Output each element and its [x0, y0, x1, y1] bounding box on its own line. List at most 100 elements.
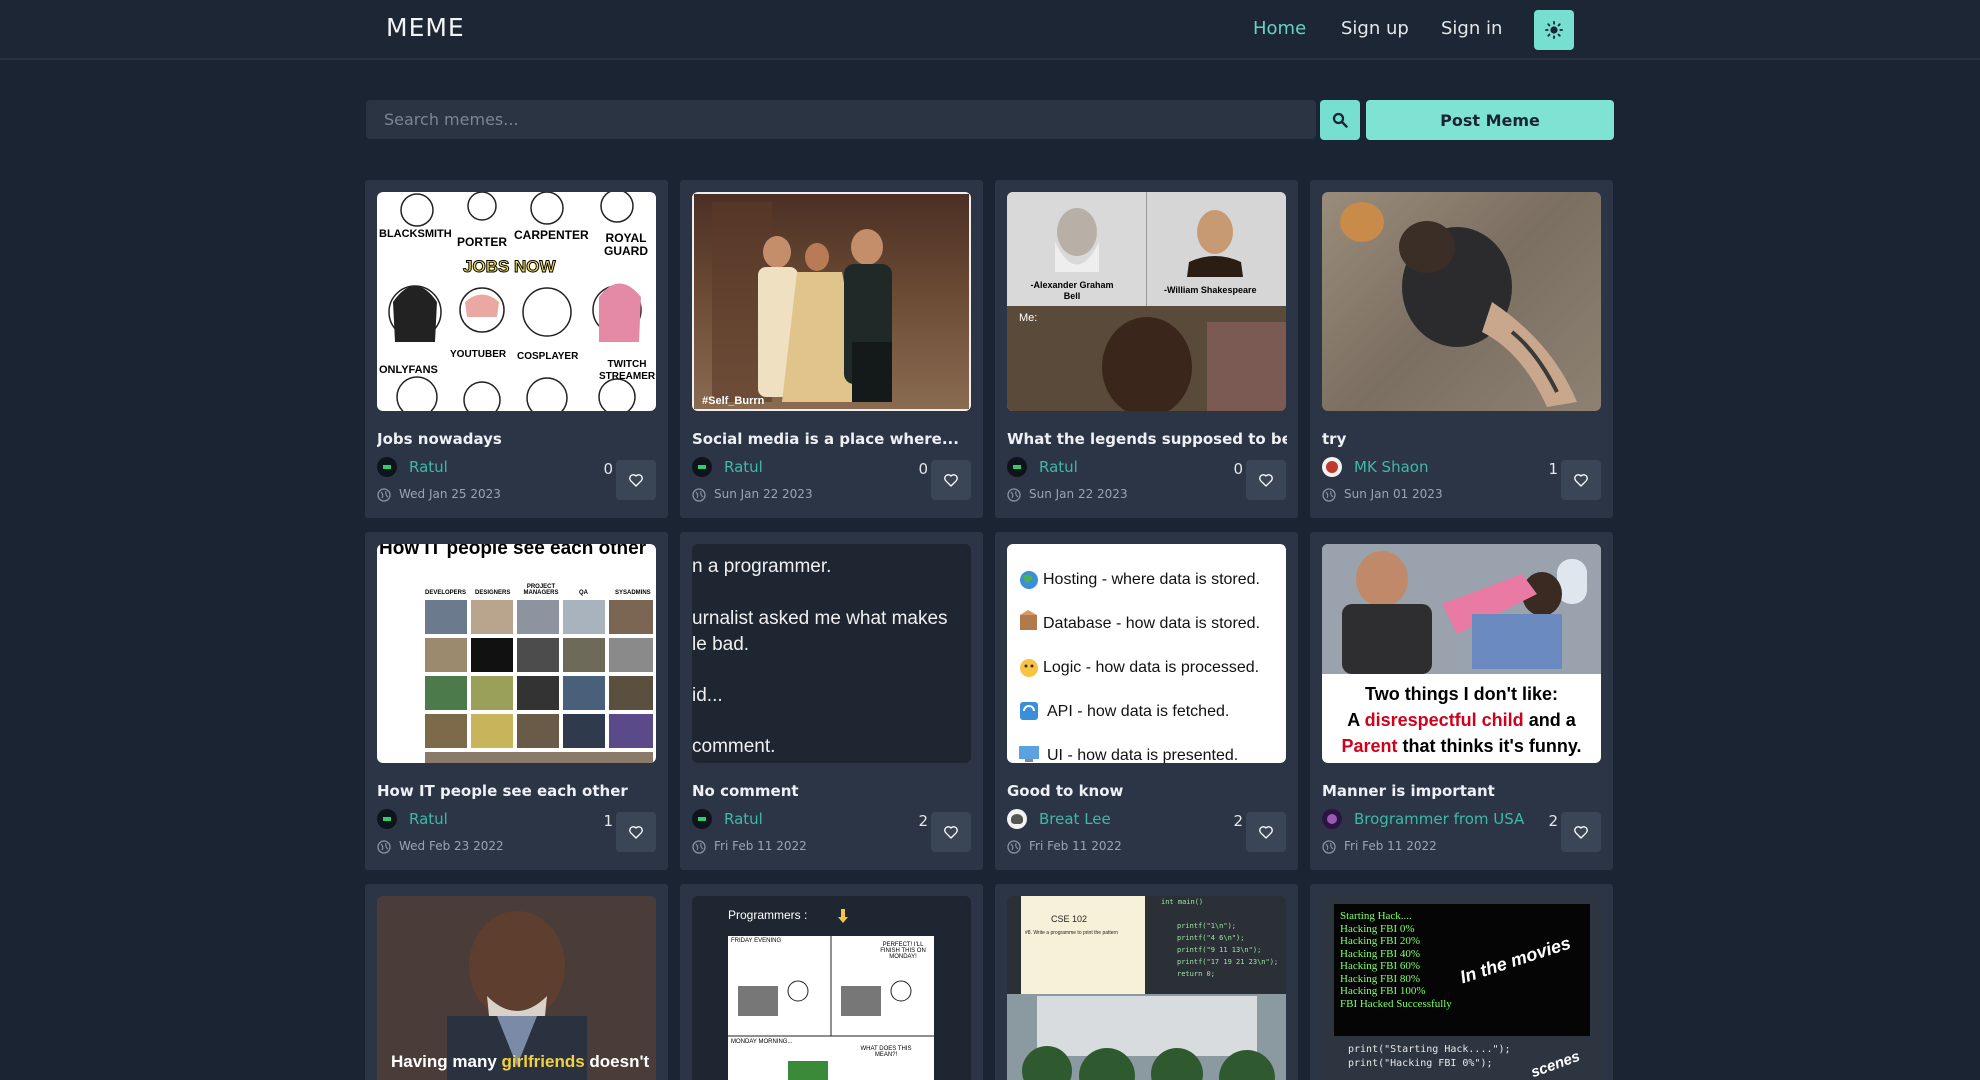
meme-card[interactable]: try MK Shaon 1 Sun Jan 01 2023: [1310, 180, 1613, 518]
like-count: 2: [1233, 812, 1243, 830]
meme-drawing: [692, 192, 971, 411]
like-button[interactable]: [1246, 460, 1286, 500]
thumb-text: API - how data is fetched.: [1047, 703, 1230, 720]
meme-drawing: [425, 600, 653, 763]
post-date: Wed Jan 25 2023: [399, 487, 501, 501]
like-button[interactable]: [1561, 812, 1601, 852]
brand-logo[interactable]: MEME: [386, 13, 465, 42]
meme-title: How IT people see each other: [377, 782, 628, 800]
thumb-text: YOUTUBER: [450, 349, 507, 360]
thumb-text: Hacking FBI 80%: [1340, 972, 1421, 985]
thumb-text: UI - how data is presented.: [1047, 747, 1239, 763]
author-name-link[interactable]: Ratul: [409, 810, 448, 828]
meme-drawing: [1340, 202, 1577, 407]
meme-image[interactable]: BLACKSMITH PORTER CARPENTER ROYAL GUARD …: [377, 192, 656, 411]
like-button[interactable]: [1246, 812, 1286, 852]
like-button[interactable]: [1561, 460, 1601, 500]
meme-image[interactable]: Starting Hack.... Hacking FBI 0% Hacking…: [1322, 896, 1601, 1080]
meme-image[interactable]: Having many girlfriends doesn't: [377, 896, 656, 1080]
thumb-text: Hosting - where data is stored.: [1043, 571, 1260, 588]
meme-title: Social media is a place where...: [692, 430, 959, 448]
meme-card[interactable]: Having many girlfriends doesn't: [365, 884, 668, 1080]
thumb-text: Hacking FBI 40%: [1340, 947, 1421, 960]
meme-image[interactable]: -Alexander Graham Bell -William Shakespe…: [1007, 192, 1286, 411]
globe-icon: [377, 840, 391, 854]
meme-card[interactable]: How IT people see each other DEVELOPERS …: [365, 532, 668, 870]
thumb-text: girlfriends: [501, 1052, 585, 1071]
author-name-link[interactable]: Ratul: [1039, 458, 1078, 476]
thumb-text: Starting Hack....: [1340, 910, 1412, 922]
like-button[interactable]: [616, 460, 656, 500]
thumb-text: A: [1347, 710, 1360, 730]
thumb-text: and a: [1528, 710, 1576, 730]
thumb-line: A disrespectful child and a: [1322, 710, 1601, 731]
navbar: MEME Home Sign up Sign in: [0, 0, 1980, 60]
theme-toggle-button[interactable]: [1534, 10, 1574, 50]
meme-card[interactable]: -Alexander Graham Bell -William Shakespe…: [995, 180, 1298, 518]
heart-icon: [1259, 826, 1273, 839]
author-name-link[interactable]: MK Shaon: [1354, 458, 1428, 476]
thumb-text: n a programmer.: [692, 556, 832, 577]
like-count: 1: [1548, 460, 1558, 478]
meme-card[interactable]: Two things I don't like: A disrespectful…: [1310, 532, 1613, 870]
thumb-text: -Alexander Graham Bell: [1030, 280, 1114, 301]
heart-icon: [944, 826, 958, 839]
meme-title: No comment: [692, 782, 799, 800]
meme-image[interactable]: Programmers : FRIDAY EVENING PERFECT! I'…: [692, 896, 971, 1080]
meme-image[interactable]: [1322, 192, 1601, 411]
nav-signin-link[interactable]: Sign in: [1441, 18, 1502, 39]
thumb-text: doesn't: [589, 1052, 650, 1071]
thumb-text: comment.: [692, 736, 776, 757]
globe-icon: [692, 488, 706, 502]
meme-title: What the legends supposed to be...: [1007, 430, 1287, 448]
author-name-link[interactable]: Ratul: [724, 458, 763, 476]
meme-image[interactable]: Hosting - where data is stored. Database…: [1007, 544, 1286, 763]
thumb-text: scenes: [1528, 1047, 1583, 1080]
globe-icon: [1322, 488, 1336, 502]
thumb-text: ROYAL GUARD: [604, 231, 648, 258]
meme-image[interactable]: CSE 102 #8. Write a programme to print t…: [1007, 896, 1286, 1080]
thumb-text: COSPLAYER: [517, 351, 579, 362]
nav-home-link[interactable]: Home: [1253, 18, 1306, 39]
thumb-text: In the movies: [1457, 932, 1574, 988]
like-count: 1: [603, 812, 613, 830]
post-date: Fri Feb 11 2022: [1344, 839, 1437, 853]
search-button[interactable]: [1320, 100, 1360, 140]
meme-image[interactable]: #Self_Burrn: [692, 192, 971, 411]
heart-icon: [1574, 826, 1588, 839]
post-meme-button[interactable]: Post Meme: [1366, 100, 1614, 140]
like-button[interactable]: [931, 460, 971, 500]
author-name-link[interactable]: Ratul: [724, 810, 763, 828]
thumb-text: PERFECT! I'LL FINISH THIS ON MONDAY!: [880, 942, 926, 960]
post-date: Sun Jan 01 2023: [1344, 487, 1443, 501]
thumb-line: Parent that thinks it's funny.: [1322, 736, 1601, 757]
thumb-text: that thinks it's funny.: [1402, 736, 1582, 756]
like-button[interactable]: [931, 812, 971, 852]
author-name-link[interactable]: Breat Lee: [1039, 810, 1111, 828]
author-name-link[interactable]: Brogrammer from USA: [1354, 810, 1524, 828]
meme-card[interactable]: Starting Hack.... Hacking FBI 0% Hacking…: [1310, 884, 1613, 1080]
search-input[interactable]: [366, 100, 1316, 139]
thumb-text: le bad.: [692, 634, 750, 655]
heart-icon: [944, 474, 958, 487]
meme-card[interactable]: Hosting - where data is stored. Database…: [995, 532, 1298, 870]
meme-card[interactable]: Programmers : FRIDAY EVENING PERFECT! I'…: [680, 884, 983, 1080]
thumb-text: Two things I don't like:: [1365, 684, 1558, 704]
heart-icon: [1259, 474, 1273, 487]
thumb-text: Database - how data is stored.: [1043, 615, 1261, 632]
meme-image[interactable]: How IT people see each other DEVELOPERS …: [377, 544, 656, 763]
thumb-text: CARPENTER: [514, 228, 589, 242]
meme-image[interactable]: n a programmer. urnalist asked me what m…: [692, 544, 971, 763]
meme-card[interactable]: BLACKSMITH PORTER CARPENTER ROYAL GUARD …: [365, 180, 668, 518]
like-count: 0: [1233, 460, 1243, 478]
meme-card[interactable]: CSE 102 #8. Write a programme to print t…: [995, 884, 1298, 1080]
meme-title: Good to know: [1007, 782, 1124, 800]
like-button[interactable]: [616, 812, 656, 852]
meme-card[interactable]: n a programmer. urnalist asked me what m…: [680, 532, 983, 870]
sun-icon: [1545, 21, 1563, 39]
nav-signup-link[interactable]: Sign up: [1341, 18, 1409, 39]
meme-card[interactable]: #Self_Burrn Social media is a place wher…: [680, 180, 983, 518]
meme-image[interactable]: Two things I don't like: A disrespectful…: [1322, 544, 1601, 763]
globe-icon: [1322, 840, 1336, 854]
author-name-link[interactable]: Ratul: [409, 458, 448, 476]
